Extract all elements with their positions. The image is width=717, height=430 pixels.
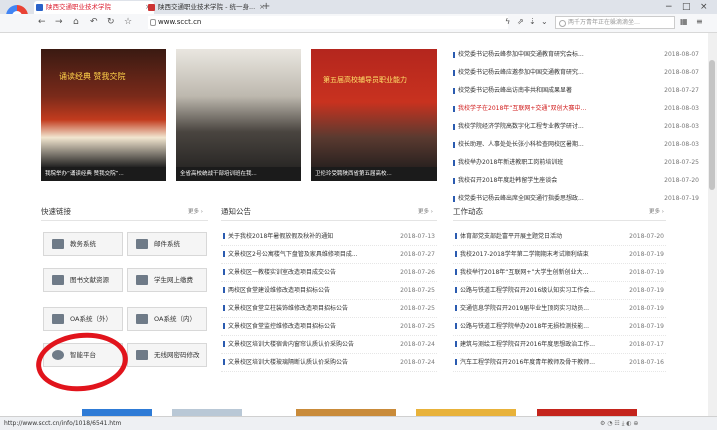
banner-thumb[interactable]: [537, 409, 637, 416]
minimize-icon[interactable]: −: [665, 0, 673, 14]
notices-title: 通知公告: [221, 207, 251, 216]
divider: [41, 220, 208, 221]
photo-sign-text: 第五届高校辅导员职业能力: [323, 76, 407, 84]
divider: [221, 220, 437, 221]
banner-thumb[interactable]: [416, 409, 516, 416]
work-item[interactable]: 公路与铁道工程学院举办2018年无损检测技能... 2018-07-19: [453, 318, 666, 336]
news-item[interactable]: 校党委书记杨云峰出访南非共和国成果显著 2018-07-27: [450, 84, 703, 98]
banner-thumb[interactable]: [296, 409, 396, 416]
notices-more-link[interactable]: 更多 ›: [418, 207, 433, 215]
share-icon[interactable]: ⇗: [517, 17, 524, 26]
notice-item[interactable]: 文景校区培训大楼玻璃隔断认质认价采购公告 2018-07-24: [221, 354, 437, 372]
menu-icon[interactable]: ≡: [696, 17, 703, 26]
photo-image: 诵读经典 赞我交院: [41, 49, 166, 167]
site-favicon-icon: [36, 4, 43, 11]
status-icons: ⚙ ◔ ☷ ⤓ ◐ ⊕: [600, 420, 639, 427]
quick-links-more-link[interactable]: 更多 ›: [188, 207, 203, 215]
url-text: www.scct.cn: [158, 18, 202, 26]
work-item[interactable]: 我校2017-2018学年第二学期期末考试顺利结束 2018-07-19: [453, 246, 666, 264]
tab-label: 陕西交通职业技术学院: [46, 3, 111, 11]
refresh-icon[interactable]: ↻: [107, 17, 115, 27]
quick-links-title: 快速链接: [41, 207, 71, 216]
dropdown-icon[interactable]: ⌄: [541, 17, 548, 26]
maximize-icon[interactable]: □: [682, 0, 691, 14]
notice-item[interactable]: 文景校区食堂监控维修改造项目招标公告 2018-07-25: [221, 318, 437, 336]
monitor-icon: [136, 275, 148, 285]
oa-external-button[interactable]: OA系统（外）: [43, 307, 123, 331]
back-icon[interactable]: ←: [38, 17, 46, 27]
online-payment-button[interactable]: 学生网上缴费: [127, 268, 207, 292]
news-item[interactable]: 我校举办2018年新进教职工岗前培训班 2018-07-25: [450, 156, 703, 170]
site-favicon-icon: [148, 4, 155, 11]
work-item[interactable]: 公路与铁道工程学院召开2016级认知实习工作会... 2018-07-19: [453, 282, 666, 300]
forward-icon[interactable]: →: [55, 17, 63, 27]
home-icon[interactable]: ⌂: [73, 17, 79, 27]
photo-image: 第五届高校辅导员职业能力: [311, 49, 437, 167]
news-item-highlight[interactable]: 我校学子在2018年“互联网+交通”双创大赛中... 2018-08-03: [450, 102, 703, 116]
notice-item[interactable]: 文景校区培训大楼宿舍内窗帘认质认价采购公告 2018-07-24: [221, 336, 437, 354]
news-photo-1[interactable]: 诵读经典 赞我交院 我院举办“诵读经典 赞我交院”...: [41, 49, 166, 183]
browser-tab[interactable]: 陕西交通职业技术学院 - 统一身... ×: [146, 1, 268, 14]
work-item[interactable]: 汽车工程学院召开2016年度青年教师及骨干教师... 2018-07-16: [453, 354, 666, 372]
notice-item[interactable]: 文景校区食堂立柱装饰维修改造项目招标公告 2018-07-25: [221, 300, 437, 318]
grid-menu-icon[interactable]: ▦: [680, 17, 688, 26]
gear-icon: [52, 239, 64, 249]
status-url: http://www.scct.cn/info/1018/6541.htm: [4, 420, 122, 427]
academic-system-button[interactable]: 教务系统: [43, 232, 123, 256]
work-item[interactable]: 交通信息学院召开2019届毕业生顶岗实习动员... 2018-07-19: [453, 300, 666, 318]
oa-icon: [136, 314, 148, 324]
work-item[interactable]: 体育部党支部赴富平开展主题党日活动 2018-07-20: [453, 228, 666, 246]
notice-item[interactable]: 关于我校2018年暑假放假及秋补的通知 2018-07-13: [221, 228, 437, 246]
news-item[interactable]: 校党委书记杨云峰出席全国交通行指委思想政... 2018-07-19: [450, 192, 703, 206]
book-icon: [52, 275, 64, 285]
photo-image: [176, 49, 301, 167]
oa-internal-button[interactable]: OA系统（内）: [127, 307, 207, 331]
notice-item[interactable]: 两校区食堂建设维修改造项目招标公告 2018-07-25: [221, 282, 437, 300]
work-title: 工作动态: [453, 207, 483, 216]
divider: [453, 220, 666, 221]
search-input[interactable]: 两千万青年正在躲滴滴坐…: [555, 16, 675, 29]
photo-sign-text: 诵读经典 赞我交院: [59, 72, 126, 81]
wifi-password-button[interactable]: 无线网密码修改: [127, 343, 207, 367]
news-item[interactable]: 我校召开2018年度赴韩留学生座谈会 2018-07-20: [450, 174, 703, 188]
mail-icon: [136, 239, 148, 249]
wifi-icon: [136, 350, 148, 360]
news-item[interactable]: 校党委书记杨云峰参加中国交通教育研究会标... 2018-08-07: [450, 48, 703, 62]
photo-caption: 我院举办“诵读经典 赞我交院”...: [41, 167, 166, 181]
lightning-icon[interactable]: ϟ: [505, 17, 510, 26]
undo-icon[interactable]: ↶: [90, 17, 98, 27]
new-tab-icon[interactable]: +: [262, 0, 270, 14]
bookmark-star-icon[interactable]: ☆: [124, 17, 132, 27]
news-photo-3[interactable]: 第五届高校辅导员职业能力 卫伦玲受聘陕西省第五届高校...: [311, 49, 437, 183]
page-icon: [150, 19, 156, 26]
work-item[interactable]: 我校举行2018年“互联网+”大学生创新创业大... 2018-07-19: [453, 264, 666, 282]
scrollbar-thumb[interactable]: [709, 60, 715, 190]
work-item[interactable]: 建筑与测绘工程学院召开2016年度思想政治工作... 2018-07-17: [453, 336, 666, 354]
news-photo-2[interactable]: 全省高校统战干部培训班在我...: [176, 49, 301, 183]
mail-system-button[interactable]: 邮件系统: [127, 232, 207, 256]
news-item[interactable]: 校长助理、人事处处长张小科检查网校区暑期... 2018-08-03: [450, 138, 703, 152]
photo-caption: 卫伦玲受聘陕西省第五届高校...: [311, 167, 437, 181]
notice-item[interactable]: 文景校区一教楼实训室改造项目成交公告 2018-07-26: [221, 264, 437, 282]
news-item[interactable]: 我校学院经济学院高数字化工程专业教学研讨... 2018-08-03: [450, 120, 703, 134]
photo-caption: 全省高校统战干部培训班在我...: [176, 167, 301, 181]
banner-thumb[interactable]: [172, 409, 242, 416]
news-item[interactable]: 校党委书记杨云峰应邀参加中国交通教育研究... 2018-08-07: [450, 66, 703, 80]
oa-icon: [52, 314, 64, 324]
tab-label: 陕西交通职业技术学院 - 统一身...: [158, 3, 256, 11]
notice-item[interactable]: 文景校区2号公寓楼气下盘管及家具维修项目成... 2018-07-27: [221, 246, 437, 264]
download-icon[interactable]: ⇣: [529, 17, 536, 26]
url-field[interactable]: www.scct.cn: [148, 16, 508, 29]
status-bar: http://www.scct.cn/info/1018/6541.htm ⚙ …: [0, 416, 717, 430]
work-more-link[interactable]: 更多 ›: [649, 207, 664, 215]
search-placeholder: 两千万青年正在躲滴滴坐…: [568, 19, 641, 26]
close-window-icon[interactable]: ×: [700, 0, 708, 14]
banner-thumb[interactable]: [82, 409, 152, 416]
browser-tab-active[interactable]: 陕西交通职业技术学院×: [34, 1, 154, 14]
library-resources-button[interactable]: 图书文献资源: [43, 268, 123, 292]
